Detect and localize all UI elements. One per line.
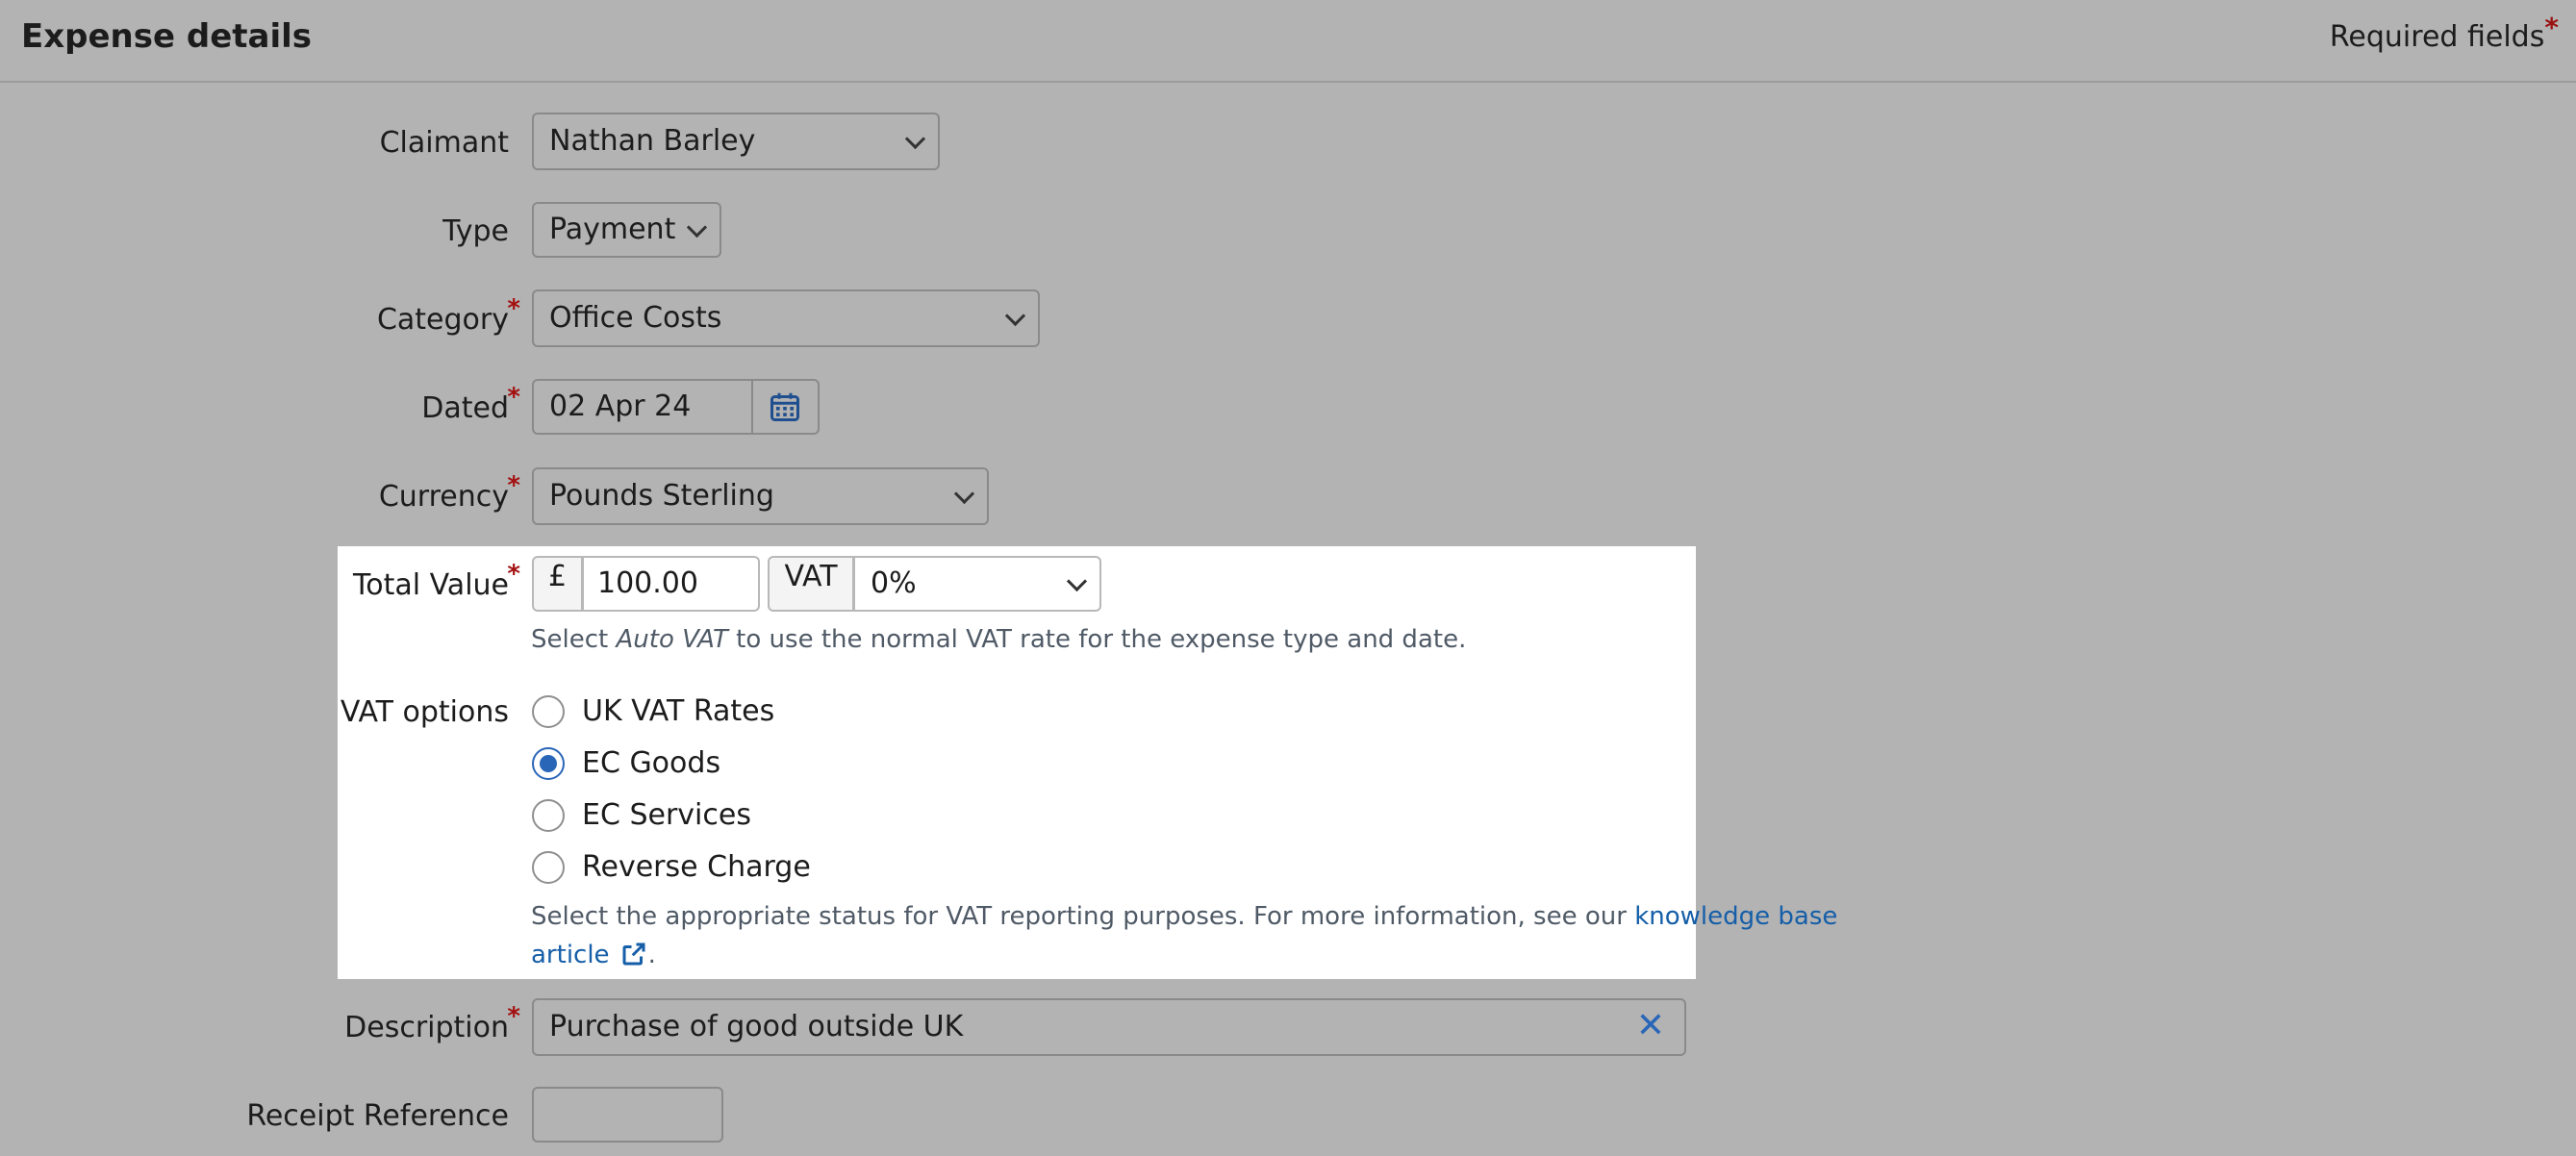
category-label: Category * xyxy=(124,294,520,339)
vat-addon: VAT xyxy=(768,556,854,612)
vat-status-hint-line2: article. xyxy=(531,940,656,969)
chevron-down-icon xyxy=(904,128,926,150)
date-input[interactable]: 02 Apr 24 xyxy=(532,379,753,435)
dated-label: Dated * xyxy=(124,383,520,428)
radio-uk-vat-rates[interactable] xyxy=(532,695,565,728)
currency-select[interactable]: Pounds Sterling xyxy=(532,467,989,525)
claimant-value: Nathan Barley xyxy=(549,124,756,158)
category-select[interactable]: Office Costs xyxy=(532,289,1040,347)
vat-options-label: VAT options xyxy=(340,695,509,729)
description-value: Purchase of good outside UK xyxy=(549,1010,964,1043)
radio-label-ec-services[interactable]: EC Services xyxy=(582,796,751,835)
type-select[interactable]: Payment xyxy=(532,202,721,258)
amount-value: 100.00 xyxy=(597,566,698,600)
required-asterisk: * xyxy=(507,383,520,412)
category-value: Office Costs xyxy=(549,301,722,335)
calendar-icon xyxy=(770,392,799,421)
chevron-down-icon xyxy=(686,216,708,239)
currency-value: Pounds Sterling xyxy=(549,479,774,513)
chevron-down-icon xyxy=(1004,305,1026,327)
type-label: Type xyxy=(442,214,509,248)
required-asterisk: * xyxy=(507,294,520,323)
receipt-reference-label: Receipt Reference xyxy=(246,1099,509,1133)
claimant-select[interactable]: Nathan Barley xyxy=(532,113,940,170)
knowledge-base-link[interactable]: knowledge base xyxy=(1634,902,1837,931)
vat-status-hint: Select the appropriate status for VAT re… xyxy=(531,902,1838,931)
external-link-icon[interactable] xyxy=(619,940,648,968)
radio-label-uk-vat-rates[interactable]: UK VAT Rates xyxy=(582,692,774,731)
radio-ec-goods[interactable] xyxy=(532,747,565,780)
clear-icon[interactable]: ✕ xyxy=(1636,1007,1665,1045)
page-header: Expense details Required fields* xyxy=(0,0,2576,83)
radio-label-reverse-charge[interactable]: Reverse Charge xyxy=(582,848,811,887)
claimant-label: Claimant xyxy=(379,126,509,160)
radio-reverse-charge[interactable] xyxy=(532,851,565,884)
date-value: 02 Apr 24 xyxy=(549,390,692,423)
required-asterisk: * xyxy=(507,560,520,589)
auto-vat-hint: Select Auto VAT to use the normal VAT ra… xyxy=(531,625,1467,654)
radio-ec-services[interactable] xyxy=(532,799,565,832)
required-asterisk: * xyxy=(507,471,520,500)
receipt-reference-input[interactable] xyxy=(532,1087,723,1143)
vat-rate-select[interactable]: 0% xyxy=(853,556,1101,612)
required-fields-note: Required fields* xyxy=(2329,12,2559,57)
required-asterisk: * xyxy=(507,1002,520,1031)
page-title: Expense details xyxy=(21,17,313,56)
knowledge-base-link-article[interactable]: article xyxy=(531,941,610,969)
description-label: Description * xyxy=(124,1002,520,1047)
chevron-down-icon xyxy=(1066,570,1088,592)
required-fields-label: Required fields xyxy=(2329,20,2545,54)
vat-rate-value: 0% xyxy=(871,566,917,600)
required-marker: * xyxy=(2544,12,2559,43)
currency-symbol-addon: £ xyxy=(532,556,583,612)
radio-label-ec-goods[interactable]: EC Goods xyxy=(582,744,720,783)
amount-input[interactable]: 100.00 xyxy=(582,556,760,612)
type-value: Payment xyxy=(549,213,676,246)
total-value-label: Total Value * xyxy=(124,560,520,605)
chevron-down-icon xyxy=(953,483,975,505)
description-input[interactable]: Purchase of good outside UK ✕ xyxy=(532,998,1686,1056)
currency-label: Currency * xyxy=(124,471,520,516)
calendar-button[interactable] xyxy=(753,379,820,435)
